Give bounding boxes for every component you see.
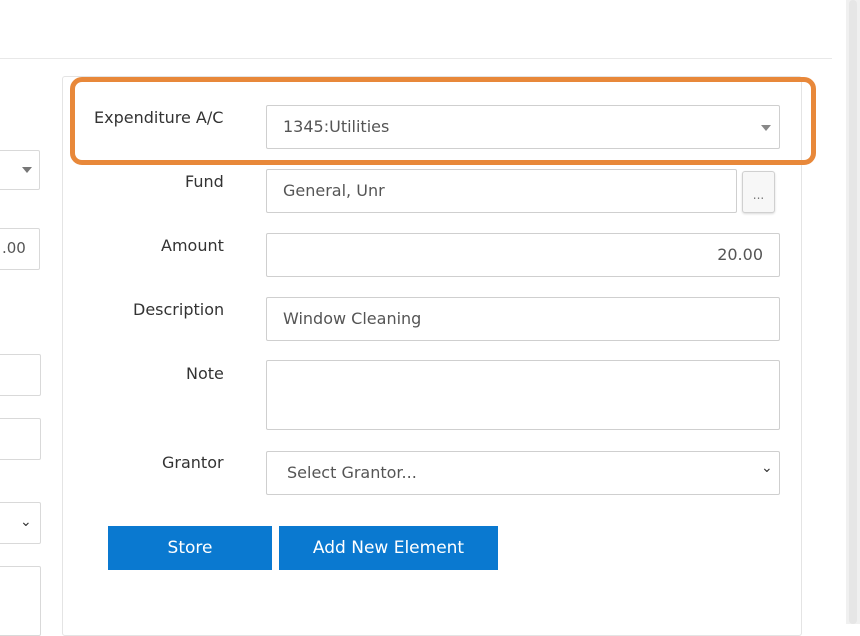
fund-lookup-button[interactable]: ... [742,171,775,213]
note-label: Note [186,364,224,383]
fund-input[interactable]: General, Unr [266,169,737,213]
amount-value: 20.00 [717,245,763,264]
amount-input[interactable]: 20.00 [266,233,780,277]
store-button[interactable]: Store [108,526,272,570]
description-value: Window Cleaning [283,309,422,328]
caret-down-icon [761,125,771,131]
fund-label: Fund [185,172,224,191]
amount-label: Amount [161,236,224,255]
add-new-element-button[interactable]: Add New Element [279,526,498,570]
chevron-down-icon: ⌄ [761,460,773,476]
top-bar [0,0,832,59]
note-textarea[interactable] [266,360,780,430]
grantor-placeholder: Select Grantor... [287,463,417,482]
chevron-down-icon: ⌄ [20,514,32,530]
description-input[interactable]: Window Cleaning [266,297,780,341]
left-select-field[interactable] [0,150,40,190]
grantor-select[interactable]: Select Grantor... [266,451,780,495]
expenditure-label: Expenditure A/C [94,108,224,127]
left-amount-value: .00 [2,239,26,257]
scrollbar-thumb[interactable] [849,0,857,624]
grantor-label: Grantor [162,453,224,472]
left-textarea-field[interactable] [0,566,41,636]
left-input-field[interactable] [0,418,41,460]
description-label: Description [133,300,225,319]
fund-value: General, Unr [283,181,385,200]
expenditure-value: 1345:Utilities [283,117,390,136]
expenditure-select[interactable]: 1345:Utilities [266,105,780,149]
caret-down-icon [22,167,32,173]
left-input-field[interactable] [0,354,41,396]
